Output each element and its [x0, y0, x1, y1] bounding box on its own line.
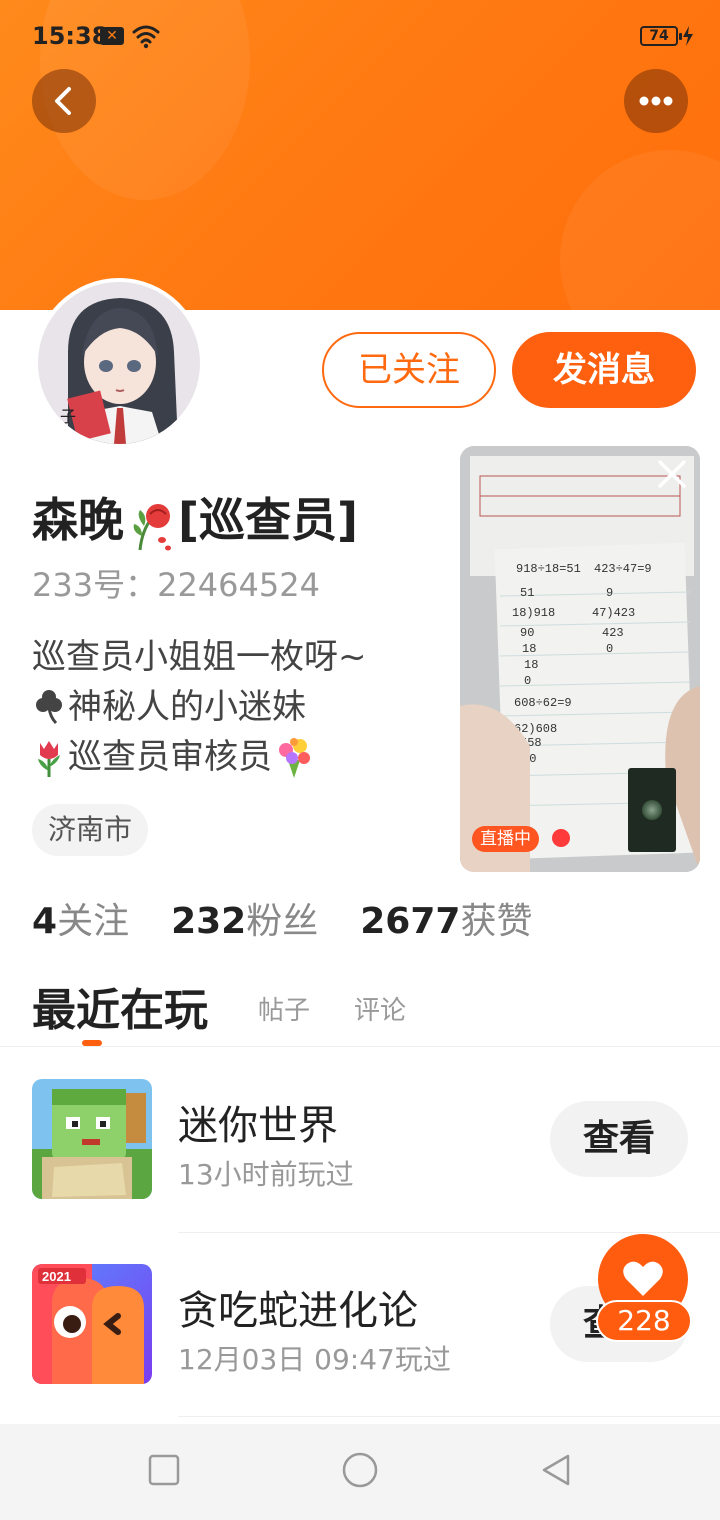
svg-text:0: 0 — [606, 642, 613, 656]
shamrock-emoji — [36, 690, 62, 725]
live-indicator-dot — [552, 829, 570, 847]
svg-text:18: 18 — [524, 658, 538, 672]
battery-indicator: 74 — [640, 26, 682, 46]
like-count-badge: 228 — [596, 1300, 692, 1342]
user-id: 233号：22464524 — [32, 566, 320, 604]
nickname-row: 森晚 [巡查员] — [32, 484, 358, 552]
svg-text:18: 18 — [522, 642, 536, 656]
snake-game-icon-badge: 2021 — [42, 1269, 71, 1284]
charging-bolt-icon — [683, 26, 693, 46]
following-count: 4 — [32, 901, 58, 942]
bio-text-3: 巡查员审核员 — [68, 737, 272, 777]
svg-text:51: 51 — [520, 586, 534, 600]
back-chevron-icon — [55, 87, 71, 115]
status-time: 15:38 — [32, 22, 109, 50]
fans-count: 232 — [171, 901, 247, 942]
svg-text:423÷47=9: 423÷47=9 — [594, 562, 652, 576]
snake-game-icon: 2021 — [32, 1264, 152, 1384]
stat-fans[interactable]: 232粉丝 — [171, 892, 318, 944]
nickname: 森晚 — [32, 493, 124, 547]
game-played-time: 12月03日 09:47玩过 — [178, 1343, 451, 1376]
close-icon[interactable] — [650, 452, 694, 496]
status-bar: 15:38 ✕ 74 — [0, 0, 720, 72]
svg-text:608÷62=9: 608÷62=9 — [514, 696, 572, 710]
stat-likes[interactable]: 2677获赞 — [360, 892, 532, 944]
bio: 巡查员小姐姐一枚呀~ 神秘人的小迷妹 巡查员审核员 — [32, 632, 367, 782]
stats-row: 4关注 232粉丝 2677获赞 — [32, 892, 574, 944]
send-message-button[interactable]: 发消息 — [512, 332, 696, 408]
wifi-icon — [132, 25, 160, 49]
svg-text:47)423: 47)423 — [592, 606, 635, 620]
stat-following[interactable]: 4关注 — [32, 892, 129, 944]
following-label: 关注 — [57, 901, 130, 942]
tab-posts[interactable]: 帖子 — [258, 990, 310, 1027]
bio-text-2: 神秘人的小迷妹 — [68, 687, 306, 727]
bio-text-1: 巡查员小姐姐一枚呀~ — [32, 637, 367, 677]
title-badge: [巡查员] — [178, 493, 359, 547]
tab-bar: 最近在玩 — [32, 974, 208, 1038]
likes-count: 2677 — [360, 901, 461, 942]
back-button[interactable] — [32, 69, 96, 133]
svg-text:423: 423 — [602, 626, 624, 640]
list-item[interactable]: 迷你世界 13小时前玩过 查看 — [0, 1047, 720, 1232]
game-played-time: 13小时前玩过 — [178, 1158, 354, 1191]
system-navigation-bar — [0, 1424, 720, 1520]
tulip-emoji — [38, 741, 60, 777]
mini-world-game-icon — [32, 1079, 152, 1199]
wilted-rose-emoji — [133, 503, 171, 550]
square-icon[interactable] — [146, 1452, 182, 1488]
heart-icon — [623, 1261, 663, 1296]
triangle-back-icon[interactable] — [536, 1452, 576, 1492]
host-avatar — [642, 800, 662, 820]
svg-text:90: 90 — [520, 626, 534, 640]
game-name: 贪吃蛇进化论 — [178, 1288, 418, 1334]
bio-line-3: 巡查员审核员 — [32, 732, 367, 782]
followed-button[interactable]: 已关注 — [322, 332, 496, 408]
location-tag[interactable]: 济南市 — [32, 804, 149, 856]
game-name: 迷你世界 — [178, 1103, 338, 1149]
more-dots-icon — [639, 96, 673, 106]
svg-text:18)918: 18)918 — [512, 606, 555, 620]
svg-text:918÷18=51: 918÷18=51 — [516, 562, 581, 576]
bio-line-1: 巡查员小姐姐一枚呀~ — [32, 632, 367, 682]
tab-recently-played[interactable]: 最近在玩 — [32, 974, 208, 1038]
more-button[interactable] — [624, 69, 688, 133]
circle-icon[interactable] — [340, 1452, 380, 1492]
live-badge: 直播中 — [472, 826, 539, 852]
svg-text:子: 子 — [60, 408, 76, 426]
fans-label: 粉丝 — [246, 901, 319, 942]
view-button[interactable]: 查看 — [550, 1101, 688, 1177]
likes-label: 获赞 — [460, 901, 533, 942]
tab-comments[interactable]: 评论 — [354, 990, 406, 1027]
bouquet-emoji — [279, 738, 310, 778]
list-divider — [178, 1416, 720, 1417]
user-avatar[interactable]: 子 — [34, 278, 204, 448]
svg-text:0: 0 — [524, 674, 531, 688]
bio-line-2: 神秘人的小迷妹 — [32, 682, 367, 732]
svg-text:9: 9 — [606, 586, 613, 600]
x-app-icon: ✕ — [100, 27, 124, 45]
live-host-pip — [628, 768, 676, 852]
